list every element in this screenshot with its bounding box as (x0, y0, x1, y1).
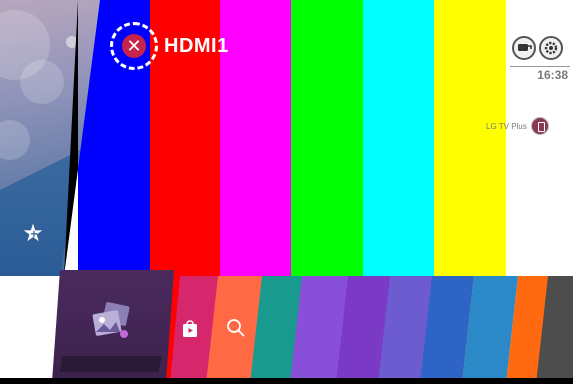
close-icon: ✕ (122, 34, 146, 58)
decorative-orb (0, 120, 30, 160)
clock: 16:38 (537, 68, 568, 82)
input-disconnected-icon: ✕ (110, 22, 158, 70)
settings-button[interactable] (539, 36, 563, 60)
gear-icon (544, 41, 558, 55)
selected-tile-shadow (60, 356, 162, 372)
input-source-label: HDMI1 (164, 34, 229, 57)
decorative-orb (20, 60, 64, 104)
media-gallery-icon (92, 302, 130, 338)
phone-icon (530, 117, 549, 135)
search-icon (227, 319, 245, 337)
input-switch-button[interactable] (512, 36, 536, 60)
bottom-strip (0, 378, 573, 384)
store-bag-icon (183, 320, 197, 337)
input-switch-icon (518, 44, 532, 51)
top-right-divider (510, 66, 570, 67)
lg-tv-plus-shortcut[interactable]: LG TV Plus (486, 117, 549, 135)
lg-tv-plus-label: LG TV Plus (486, 121, 527, 131)
add-favorite-plus: + (30, 227, 38, 241)
input-source-indicator[interactable]: ✕ HDMI1 (110, 22, 229, 70)
